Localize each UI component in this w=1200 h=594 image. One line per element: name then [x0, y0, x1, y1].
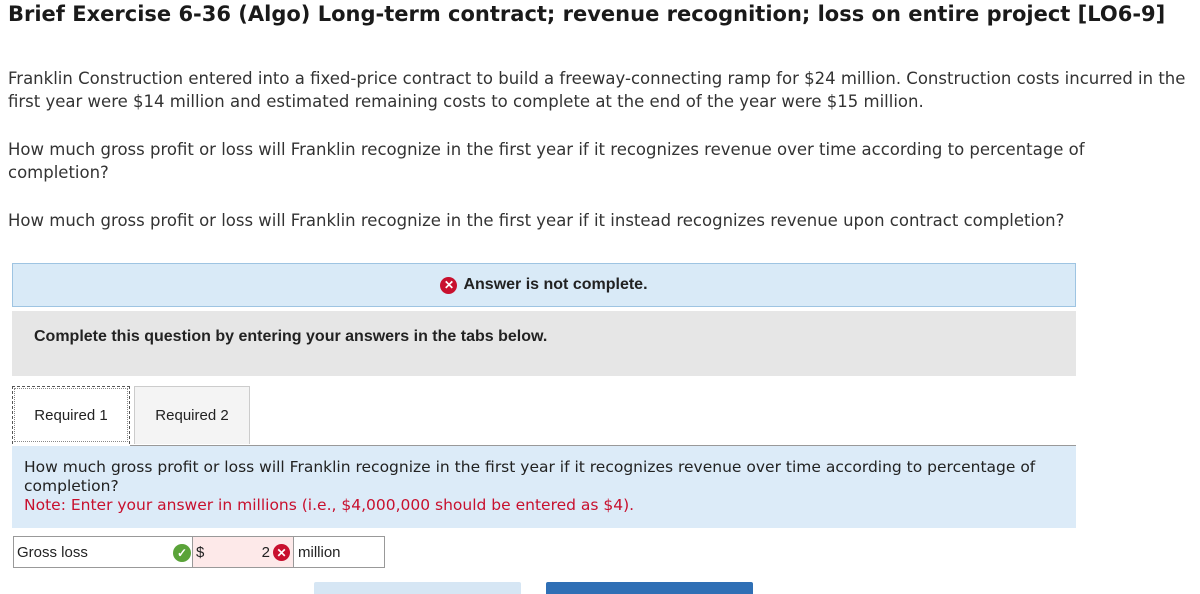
answer-value: 2: [261, 544, 270, 561]
x-circle-icon: ✕: [273, 544, 290, 561]
tab-required-2[interactable]: Required 2: [134, 386, 250, 444]
status-banner-text: Answer is not complete.: [463, 276, 648, 293]
answer-label-select[interactable]: Gross loss ✓: [13, 536, 192, 568]
check-circle-icon: ✓: [173, 544, 191, 562]
answer-label-text: Gross loss: [17, 543, 88, 561]
currency-symbol: $: [196, 544, 205, 561]
question-2-text: How much gross profit or loss will Frank…: [8, 211, 1065, 230]
tab-required-1[interactable]: Required 1: [12, 386, 130, 444]
question-panel-text: How much gross profit or loss will Frank…: [24, 458, 1036, 495]
answer-unit: million: [293, 536, 385, 568]
page-title: Brief Exercise 6-36 (Algo) Long-term con…: [8, 2, 1166, 26]
answer-value-input[interactable]: $ 2 ✕: [192, 536, 293, 568]
x-circle-icon: ✕: [440, 276, 458, 294]
answer-note: Note: Enter your answer in millions (i.e…: [24, 496, 635, 514]
question-panel: How much gross profit or loss will Frank…: [12, 446, 1076, 528]
previous-tab-button[interactable]: [314, 582, 521, 594]
status-banner: ✕ Answer is not complete.: [12, 263, 1076, 307]
next-tab-button[interactable]: [546, 582, 753, 594]
instruction-text: Complete this question by entering your …: [12, 311, 1076, 376]
tab-bar: Required 1 Required 2: [12, 386, 250, 445]
answer-row: Gross loss ✓ $ 2 ✕ million: [13, 536, 385, 568]
problem-statement: Franklin Construction entered into a fix…: [8, 69, 1186, 111]
question-1-text: How much gross profit or loss will Frank…: [8, 140, 1085, 182]
